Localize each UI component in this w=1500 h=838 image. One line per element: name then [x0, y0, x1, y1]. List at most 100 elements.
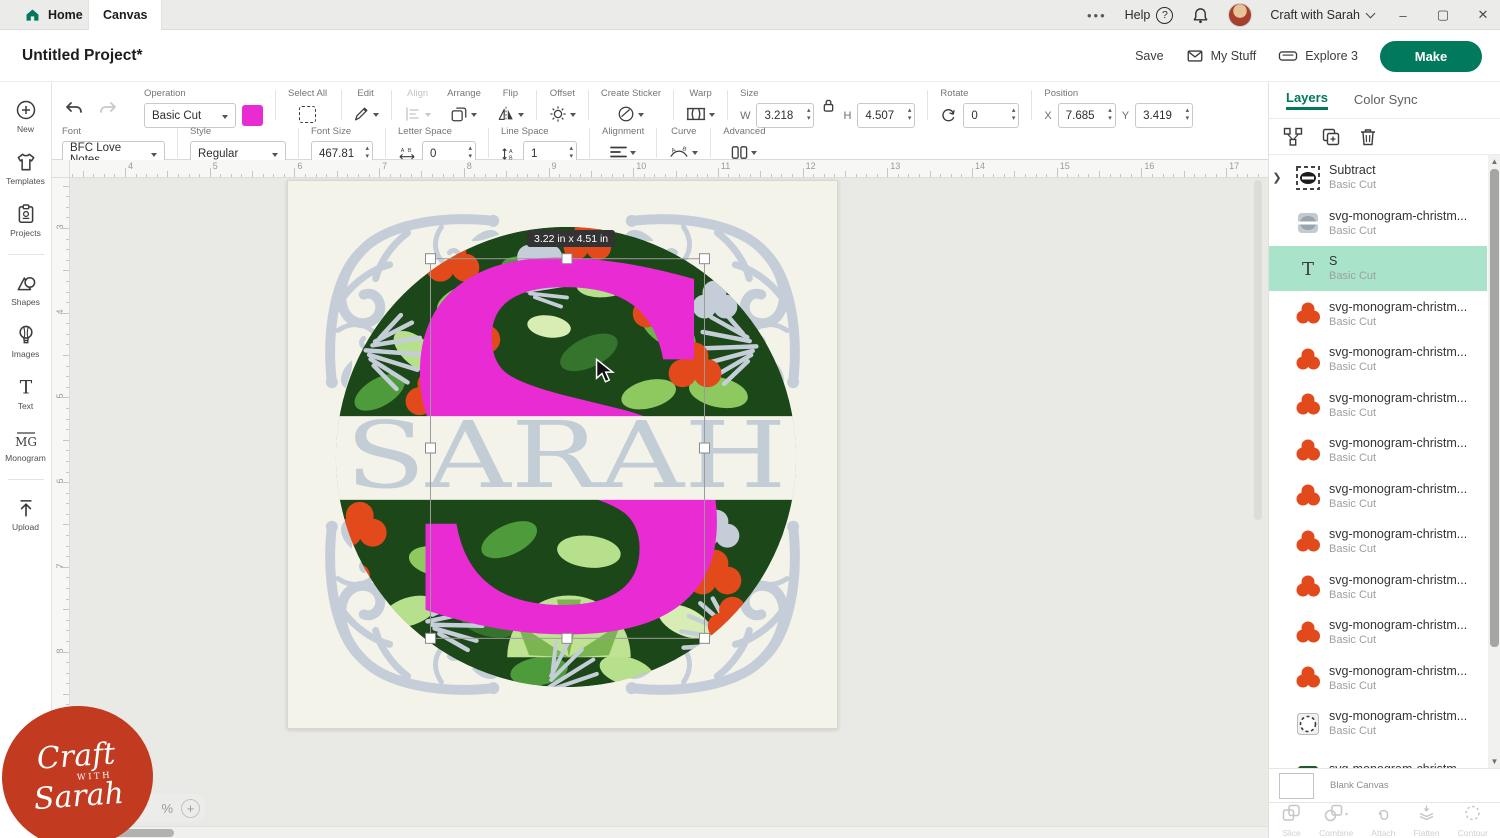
layer-row[interactable]: svg-monogram-christm...Basic Cut [1269, 474, 1487, 519]
layer-row[interactable]: svg-monogram-christm...Basic Cut [1269, 656, 1487, 701]
stepper-icon[interactable]: ▴▾ [1108, 107, 1112, 123]
scrollbar-thumb[interactable] [1490, 169, 1499, 647]
help-button[interactable]: Help ? [1125, 7, 1174, 24]
tab-home[interactable]: Home [10, 0, 97, 30]
layers-scrollbar[interactable]: ▲ ▼ [1488, 155, 1500, 768]
logo-line3: Sarah [33, 780, 125, 814]
sidebar-item-upload[interactable]: Upload [0, 497, 52, 532]
close-button[interactable]: ✕ [1472, 7, 1494, 23]
blank-canvas-row[interactable]: Blank Canvas [1269, 768, 1500, 802]
zoom-in-button[interactable]: + [181, 799, 200, 818]
slice-button[interactable]: Slice [1282, 804, 1301, 838]
lock-icon[interactable] [822, 98, 835, 113]
stepper-icon[interactable]: ▴▾ [807, 107, 811, 123]
monogram-name-text[interactable]: SARAH [345, 402, 786, 509]
user-avatar[interactable] [1228, 3, 1252, 27]
layer-row[interactable]: svg-monogram-christm...Basic Cut [1269, 610, 1487, 655]
redo-icon[interactable] [98, 100, 118, 118]
stepper-icon[interactable]: ▴▾ [365, 145, 369, 161]
my-stuff-button[interactable]: My Stuff [1186, 47, 1257, 65]
contour-button[interactable]: Contour [1458, 804, 1488, 838]
canvas-horizontal-scrollbar[interactable] [70, 826, 1268, 838]
rotate-icon[interactable] [940, 107, 957, 124]
artboard[interactable]: S SARAH [287, 180, 838, 729]
alignment-button[interactable]: Alignment [602, 126, 644, 163]
layer-name: Subtract [1329, 163, 1376, 178]
sidebar-item-projects[interactable]: Projects [0, 203, 52, 238]
stepper-icon[interactable]: ▴▾ [908, 107, 912, 123]
layer-row[interactable]: svg-monogram-christm [1269, 747, 1487, 769]
tab-canvas[interactable]: Canvas [88, 0, 162, 30]
sidebar-item-templates[interactable]: Templates [0, 151, 52, 186]
advanced-button[interactable]: Advanced [723, 126, 765, 163]
explore-machine-button[interactable]: Explore 3 [1278, 47, 1358, 65]
layer-row[interactable]: svg-monogram-christm...Basic Cut [1269, 292, 1487, 337]
scroll-down-icon[interactable]: ▼ [1488, 757, 1500, 766]
duplicate-icon[interactable] [1321, 127, 1341, 147]
width-input[interactable]: 3.218▴▾ [756, 103, 814, 128]
blank-canvas-thumbnail[interactable] [1279, 773, 1314, 799]
user-menu[interactable]: Craft with Sarah [1270, 8, 1374, 22]
sidebar-item-text[interactable]: T Text [0, 376, 52, 411]
sidebar-item-new[interactable]: New [0, 99, 52, 134]
save-button[interactable]: Save [1135, 49, 1164, 63]
flip-button[interactable]: Flip [497, 88, 524, 125]
layer-row[interactable]: svg-monogram-christm...Basic Cut [1269, 337, 1487, 382]
stepper-icon[interactable]: ▴▾ [1012, 107, 1016, 123]
layer-row[interactable]: svg-monogram-christm...Basic Cut [1269, 701, 1487, 746]
canvas-vertical-scrollbar[interactable] [1254, 180, 1262, 520]
sidebar-item-monogram[interactable]: MG Monogram [0, 428, 52, 463]
layer-row[interactable]: svg-monogram-christm...Basic Cut [1269, 383, 1487, 428]
sidebar-item-images[interactable]: Images [0, 324, 52, 359]
sidebar-item-shapes[interactable]: Shapes [0, 272, 52, 307]
layer-row[interactable]: TSBasic Cut [1269, 246, 1487, 291]
undo-icon[interactable] [64, 100, 84, 118]
curve-button[interactable]: Curve AB [669, 126, 698, 163]
layer-row[interactable]: svg-monogram-christm...Basic Cut [1269, 201, 1487, 246]
create-sticker-button[interactable]: Create Sticker [601, 88, 661, 125]
layer-actions-bar: Slice ▾Combine Attach Flatten Contour [1269, 802, 1500, 838]
arrange-button[interactable]: Arrange [447, 88, 481, 125]
expand-chevron-icon[interactable]: ❯ [1269, 171, 1285, 184]
layer-row[interactable]: svg-monogram-christm...Basic Cut [1269, 565, 1487, 610]
height-input[interactable]: 4.507▴▾ [857, 103, 915, 128]
layer-row[interactable]: ❯SubtractBasic Cut [1269, 155, 1487, 200]
layer-thumbnail-icon [1295, 574, 1321, 600]
combine-button[interactable]: ▾Combine [1319, 804, 1353, 838]
maximize-button[interactable]: ▢ [1432, 7, 1454, 23]
minimize-button[interactable]: – [1392, 8, 1414, 23]
position-x-input[interactable]: 7.685▴▾ [1058, 103, 1116, 128]
flatten-button[interactable]: Flatten [1414, 804, 1440, 838]
canvas-area[interactable]: 4567891011121314151617 345678 [52, 160, 1268, 838]
svg-text:T: T [19, 378, 32, 398]
tab-layers[interactable]: Layers [1286, 90, 1328, 110]
stepper-icon[interactable]: ▴▾ [1186, 107, 1190, 123]
layer-thumbnail-icon [1295, 210, 1321, 236]
layer-row[interactable]: svg-monogram-christm...Basic Cut [1269, 519, 1487, 564]
trash-icon[interactable] [1359, 127, 1377, 147]
select-all-button[interactable]: Select All [288, 88, 327, 125]
position-y-input[interactable]: 3.419 ▴▾ [1135, 103, 1193, 128]
overflow-menu[interactable]: ••• [1087, 8, 1107, 23]
operation-dropdown[interactable]: Basic Cut [144, 103, 236, 128]
bell-icon[interactable] [1191, 6, 1210, 25]
offset-button[interactable]: Offset [549, 88, 576, 125]
attach-button[interactable]: Attach [1371, 804, 1395, 838]
make-button[interactable]: Make [1380, 41, 1482, 72]
warp-button[interactable]: Warp [686, 88, 715, 125]
color-swatch[interactable] [242, 105, 263, 126]
size-label: Size [740, 88, 758, 99]
rotate-input[interactable]: 0▴▾ [963, 103, 1019, 128]
chevron-down-icon [1366, 9, 1376, 19]
layer-row[interactable]: svg-monogram-christm...Basic Cut [1269, 428, 1487, 473]
edit-button[interactable]: Edit [352, 88, 379, 125]
size-group: Size W 3.218▴▾ H 4.507▴▾ [740, 88, 915, 128]
tab-color-sync[interactable]: Color Sync [1354, 92, 1418, 109]
group-layers-icon[interactable] [1283, 127, 1303, 147]
header: Untitled Project* Save My Stuff Explore … [0, 30, 1500, 82]
layers-panel: Layers Color Sync ❯SubtractBasic Cutsvg-… [1268, 82, 1500, 838]
stepper-icon[interactable]: ▴▾ [468, 145, 472, 161]
stepper-icon[interactable]: ▴▾ [569, 145, 573, 161]
y-value: 3.419 [1143, 110, 1172, 122]
scroll-up-icon[interactable]: ▲ [1488, 157, 1500, 166]
